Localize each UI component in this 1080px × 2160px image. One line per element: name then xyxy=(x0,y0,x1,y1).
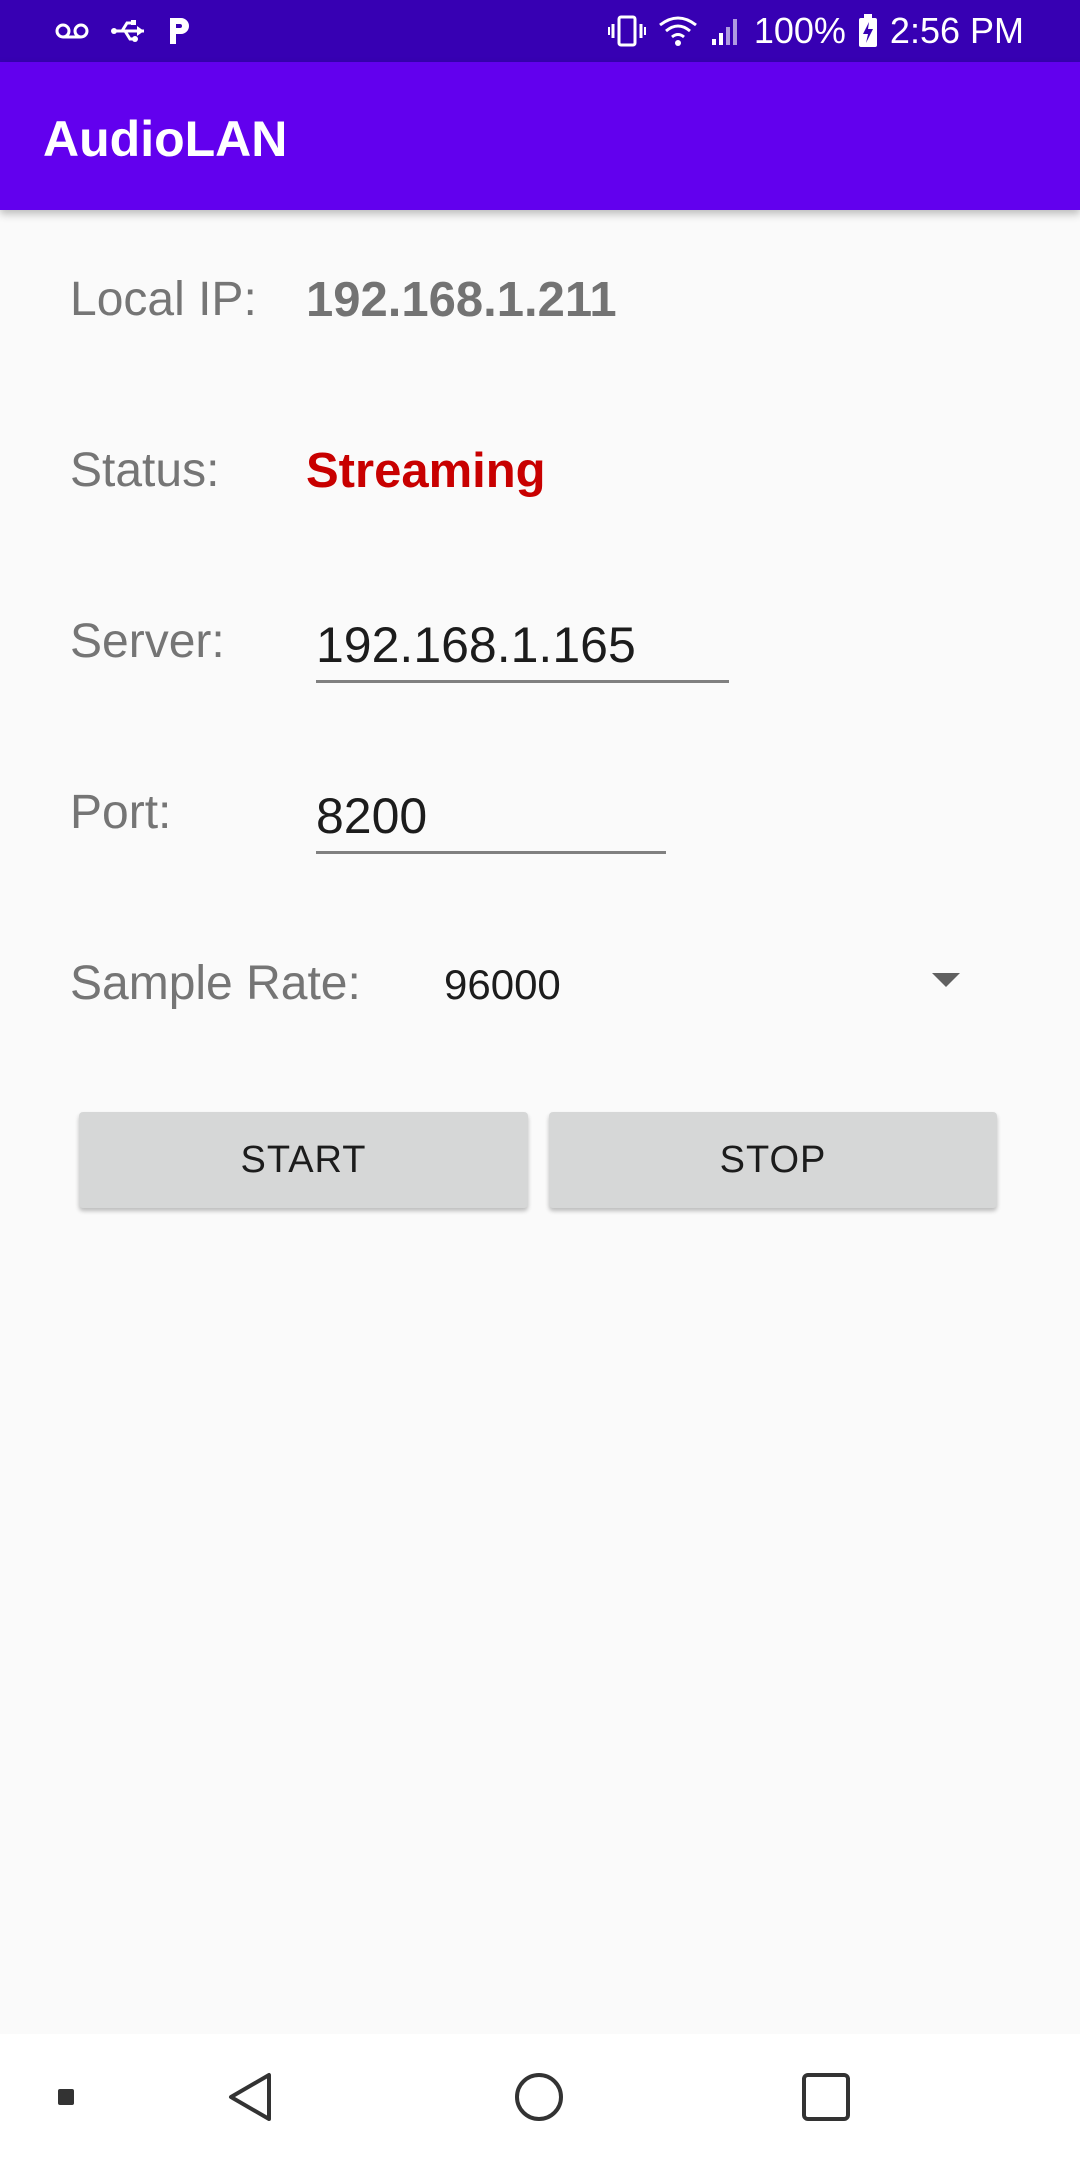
screen: 100% 2:56 PM AudioLAN Local IP: 192.168.… xyxy=(0,0,1080,2160)
battery-charging-icon xyxy=(858,14,878,48)
status-bar: 100% 2:56 PM xyxy=(0,0,1080,62)
status-value: Streaming xyxy=(306,444,546,498)
nav-dot-icon xyxy=(36,2034,96,2160)
home-icon[interactable] xyxy=(489,2034,589,2160)
local-ip-value: 192.168.1.211 xyxy=(306,273,617,327)
port-input[interactable]: 8200 xyxy=(316,771,666,854)
status-bar-system: 100% 2:56 PM xyxy=(607,0,1024,62)
stop-button[interactable]: STOP xyxy=(549,1112,997,1208)
sample-rate-value: 96000 xyxy=(444,961,561,1008)
navigation-bar xyxy=(0,2034,1080,2160)
start-button[interactable]: START xyxy=(79,1112,528,1208)
port-input-value: 8200 xyxy=(316,788,428,844)
usb-icon xyxy=(110,17,146,45)
wifi-icon xyxy=(658,15,698,47)
app-bar: AudioLAN xyxy=(0,62,1080,210)
clock: 2:56 PM xyxy=(889,10,1024,51)
status-label: Status: xyxy=(70,444,220,497)
port-label: Port: xyxy=(70,786,172,839)
app-title: AudioLAN xyxy=(43,111,288,167)
voicemail-icon xyxy=(54,21,90,41)
battery-percent: 100% xyxy=(753,10,846,51)
server-label: Server: xyxy=(70,615,225,668)
signal-icon xyxy=(710,15,742,47)
status-bar-notifications xyxy=(54,0,192,62)
local-ip-label: Local IP: xyxy=(70,273,257,326)
parking-icon xyxy=(166,16,192,46)
server-input-value: 192.168.1.165 xyxy=(316,617,636,673)
vibrate-icon xyxy=(607,14,646,48)
dropdown-arrow-icon xyxy=(932,973,960,994)
recents-icon[interactable] xyxy=(776,2034,876,2160)
server-input[interactable]: 192.168.1.165 xyxy=(316,600,729,683)
back-icon[interactable] xyxy=(200,2034,300,2160)
sample-rate-spinner[interactable]: 96000 xyxy=(420,945,990,1025)
sample-rate-label: Sample Rate: xyxy=(70,957,361,1010)
